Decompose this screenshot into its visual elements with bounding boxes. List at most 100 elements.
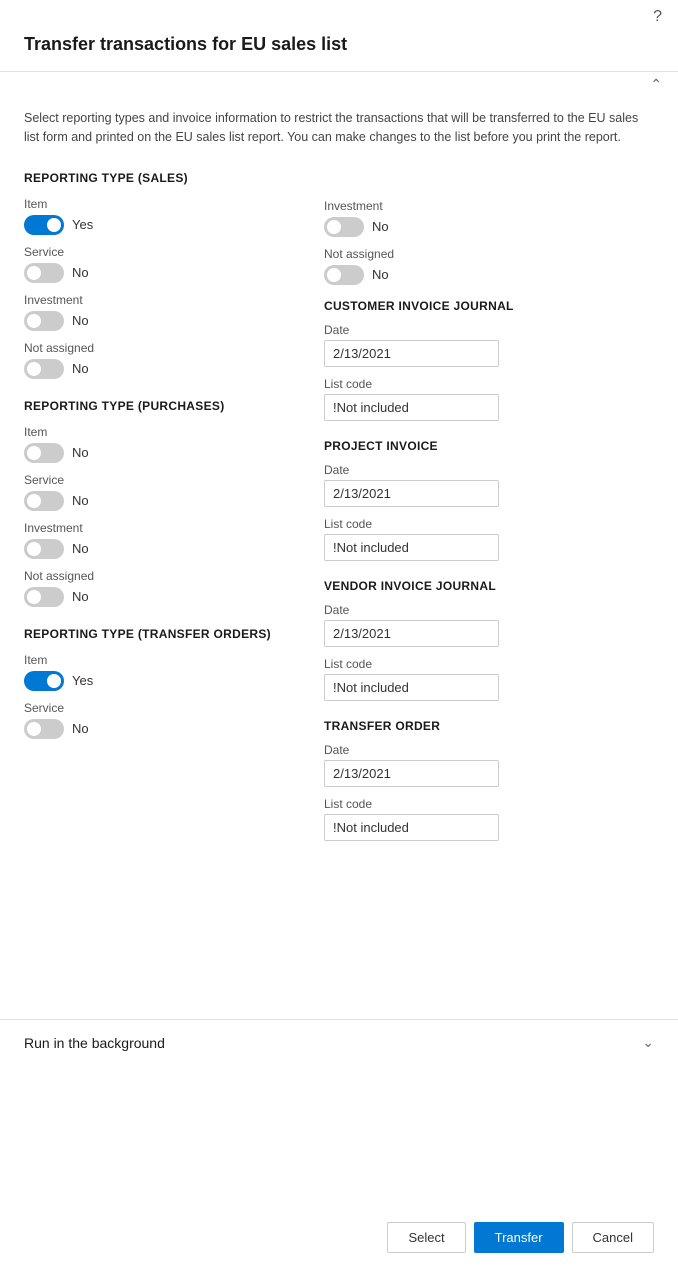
- sales-investment-label: Investment: [24, 293, 294, 307]
- sales-item-toggle[interactable]: [24, 215, 64, 235]
- chevron-up-icon[interactable]: ⌃: [650, 76, 662, 93]
- purchases-notassigned-toggle[interactable]: [24, 587, 64, 607]
- sales-investment-toggle-row: No: [24, 311, 294, 331]
- sales-notassigned-label: Not assigned: [24, 341, 294, 355]
- transfer-date-group: Date: [324, 743, 654, 787]
- transfer-date-input[interactable]: [324, 760, 499, 787]
- right-investment-toggle-row: No: [324, 217, 654, 237]
- purchases-service-value: No: [72, 493, 89, 508]
- collapse-bar: ⌃: [0, 71, 678, 97]
- help-icon-area: ?: [0, 0, 678, 26]
- vendor-date-input[interactable]: [324, 620, 499, 647]
- project-invoice-title: PROJECT INVOICE: [324, 439, 654, 453]
- transfer-order-section: TRANSFER ORDER Date List code: [324, 719, 654, 841]
- customer-invoice-section: CUSTOMER INVOICE JOURNAL Date List code: [324, 299, 654, 421]
- vendor-listcode-group: List code: [324, 657, 654, 701]
- cancel-button[interactable]: Cancel: [572, 1222, 654, 1253]
- purchases-item-toggle-group: Item No: [24, 425, 294, 463]
- chevron-down-icon[interactable]: ⌄: [642, 1034, 654, 1051]
- select-button[interactable]: Select: [387, 1222, 465, 1253]
- vendor-listcode-input[interactable]: [324, 674, 499, 701]
- customer-listcode-group: List code: [324, 377, 654, 421]
- transfer-service-value: No: [72, 721, 89, 736]
- sales-service-label: Service: [24, 245, 294, 259]
- sales-investment-toggle[interactable]: [24, 311, 64, 331]
- purchases-item-toggle[interactable]: [24, 443, 64, 463]
- sales-service-value: No: [72, 265, 89, 280]
- purchases-notassigned-toggle-group: Not assigned No: [24, 569, 294, 607]
- vendor-listcode-label: List code: [324, 657, 654, 671]
- purchases-investment-toggle-group: Investment No: [24, 521, 294, 559]
- purchases-service-label: Service: [24, 473, 294, 487]
- right-notassigned-label: Not assigned: [324, 247, 654, 261]
- right-investment-toggle[interactable]: [324, 217, 364, 237]
- page-title: Transfer transactions for EU sales list: [0, 26, 678, 71]
- customer-invoice-title: CUSTOMER INVOICE JOURNAL: [324, 299, 654, 313]
- transfer-listcode-label: List code: [324, 797, 654, 811]
- customer-date-group: Date: [324, 323, 654, 367]
- vendor-date-group: Date: [324, 603, 654, 647]
- customer-listcode-input[interactable]: [324, 394, 499, 421]
- purchases-service-toggle-group: Service No: [24, 473, 294, 511]
- sales-notassigned-toggle-row: No: [24, 359, 294, 379]
- content-spacer: [0, 1065, 678, 1206]
- sales-service-toggle-row: No: [24, 263, 294, 283]
- right-investment-value: No: [372, 219, 389, 234]
- reporting-transfer-title: REPORTING TYPE (TRANSFER ORDERS): [24, 627, 294, 641]
- main-content: REPORTING TYPE (SALES) Item Yes Service: [0, 167, 678, 1000]
- project-listcode-input[interactable]: [324, 534, 499, 561]
- right-notassigned-value: No: [372, 267, 389, 282]
- transfer-service-label: Service: [24, 701, 294, 715]
- sales-item-toggle-row: Yes: [24, 215, 294, 235]
- sales-notassigned-value: No: [72, 361, 89, 376]
- run-background-title: Run in the background: [24, 1035, 165, 1051]
- purchases-service-toggle[interactable]: [24, 491, 64, 511]
- transfer-item-toggle-group: Item Yes: [24, 653, 294, 691]
- project-listcode-label: List code: [324, 517, 654, 531]
- transfer-item-label: Item: [24, 653, 294, 667]
- purchases-investment-toggle-row: No: [24, 539, 294, 559]
- transfer-button[interactable]: Transfer: [474, 1222, 564, 1253]
- transfer-date-label: Date: [324, 743, 654, 757]
- purchases-investment-value: No: [72, 541, 89, 556]
- customer-listcode-label: List code: [324, 377, 654, 391]
- run-background-section: Run in the background ⌄: [0, 1019, 678, 1065]
- project-listcode-group: List code: [324, 517, 654, 561]
- purchases-notassigned-value: No: [72, 589, 89, 604]
- vendor-date-label: Date: [324, 603, 654, 617]
- transfer-item-toggle-row: Yes: [24, 671, 294, 691]
- sales-service-toggle[interactable]: [24, 263, 64, 283]
- sales-item-label: Item: [24, 197, 294, 211]
- right-notassigned-toggle[interactable]: [324, 265, 364, 285]
- transfer-service-toggle[interactable]: [24, 719, 64, 739]
- transfer-item-toggle[interactable]: [24, 671, 64, 691]
- project-date-label: Date: [324, 463, 654, 477]
- project-date-input[interactable]: [324, 480, 499, 507]
- vendor-invoice-section: VENDOR INVOICE JOURNAL Date List code: [324, 579, 654, 701]
- sales-notassigned-toggle[interactable]: [24, 359, 64, 379]
- transfer-listcode-input[interactable]: [324, 814, 499, 841]
- transfer-service-toggle-row: No: [24, 719, 294, 739]
- purchases-investment-toggle[interactable]: [24, 539, 64, 559]
- reporting-purchases-title: REPORTING TYPE (PURCHASES): [24, 399, 294, 413]
- transfer-item-value: Yes: [72, 673, 93, 688]
- purchases-item-value: No: [72, 445, 89, 460]
- reporting-sales-title: REPORTING TYPE (SALES): [24, 171, 294, 185]
- purchases-investment-label: Investment: [24, 521, 294, 535]
- customer-date-input[interactable]: [324, 340, 499, 367]
- description-text: Select reporting types and invoice infor…: [0, 97, 678, 167]
- sales-service-toggle-group: Service No: [24, 245, 294, 283]
- purchases-service-toggle-row: No: [24, 491, 294, 511]
- page-container: ? Transfer transactions for EU sales lis…: [0, 0, 678, 1269]
- right-investment-toggle-group: Investment No: [324, 199, 654, 237]
- right-notassigned-toggle-group: Not assigned No: [324, 247, 654, 285]
- right-notassigned-toggle-row: No: [324, 265, 654, 285]
- purchases-notassigned-label: Not assigned: [24, 569, 294, 583]
- transfer-order-title: TRANSFER ORDER: [324, 719, 654, 733]
- purchases-item-toggle-row: No: [24, 443, 294, 463]
- sales-item-toggle-group: Item Yes: [24, 197, 294, 235]
- sales-item-value: Yes: [72, 217, 93, 232]
- help-icon[interactable]: ?: [653, 8, 662, 26]
- right-investment-label: Investment: [324, 199, 654, 213]
- vendor-invoice-title: VENDOR INVOICE JOURNAL: [324, 579, 654, 593]
